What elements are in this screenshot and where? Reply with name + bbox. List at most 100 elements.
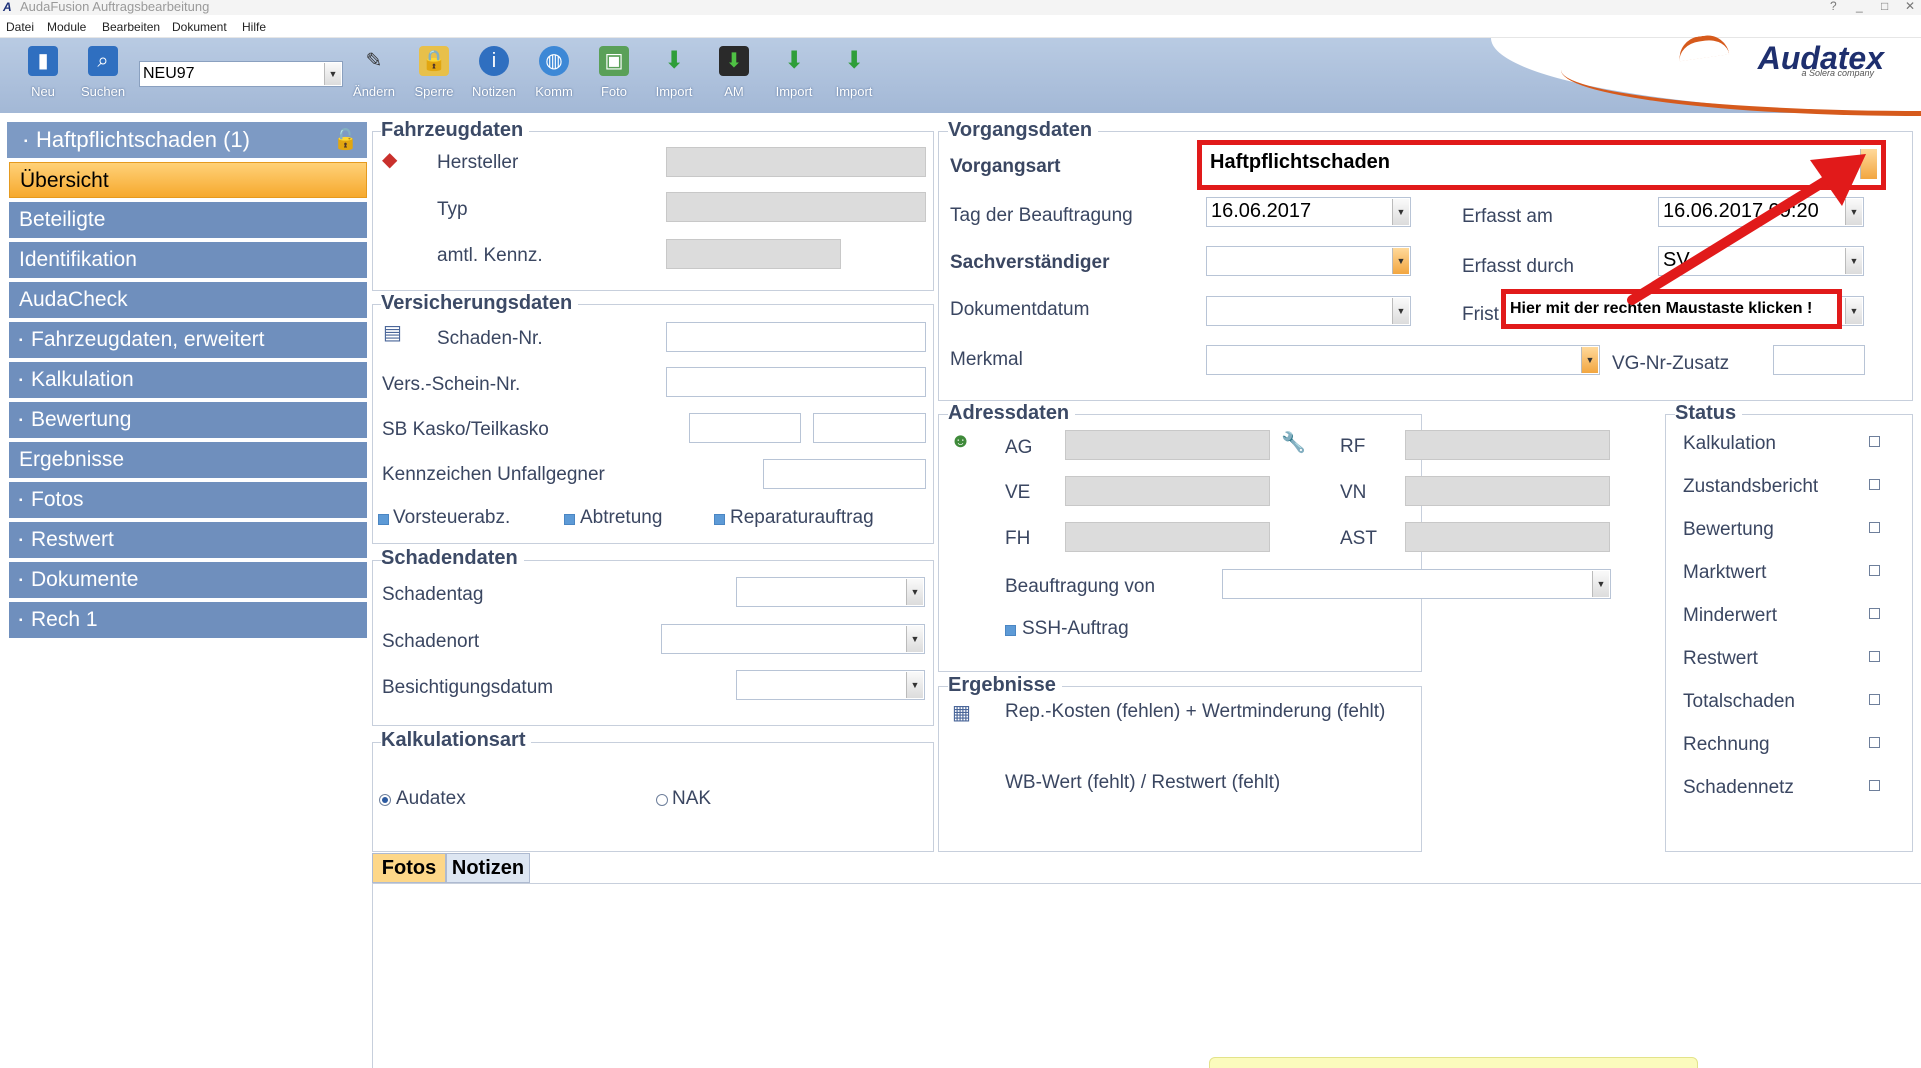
lock-open-icon[interactable]: 🔓 [333,127,358,153]
sidebar-item-rech-1[interactable]: ▪ Rech 1 [9,602,367,638]
fotos-panel[interactable] [372,883,1921,1068]
merkmal-select[interactable]: ▼ [1206,345,1600,375]
status-checkbox-marktwert[interactable] [1869,565,1880,576]
sb-teilkasko-input[interactable] [813,413,926,443]
maximize-button[interactable]: □ [1881,0,1888,13]
sidebar-item-audacheck[interactable]: AudaCheck [9,282,367,318]
fh-field[interactable] [1065,522,1270,552]
edit-button[interactable]: ✎ Ändern [346,46,402,108]
sidebar-header-haftpflichtschaden[interactable]: ▪ Haftpflichtschaden (1) [7,122,367,158]
status-checkbox-rechnung[interactable] [1869,737,1880,748]
notes-button[interactable]: i Notizen [466,46,522,108]
expand-icon[interactable]: ▪ [19,603,27,639]
vers-schein-input[interactable] [666,367,926,397]
status-checkbox-kalkulation[interactable] [1869,436,1880,447]
status-checkbox-bewertung[interactable] [1869,522,1880,533]
schadenort-select[interactable]: ▼ [661,624,925,654]
close-button[interactable]: ✕ [1905,0,1915,13]
expand-icon[interactable]: ▪ [19,403,27,439]
besichtigungsdatum-select[interactable]: ▼ [736,670,925,700]
chevron-down-icon[interactable]: ▼ [906,672,923,698]
menu-dokument[interactable]: Dokument [172,20,227,34]
kennzeichen-gegner-input[interactable] [763,459,926,489]
am-button[interactable]: ⬇ AM [706,46,762,108]
sidebar-item-label: Rech 1 [31,608,98,631]
menu-bearbeiten[interactable]: Bearbeiten [102,20,160,34]
chevron-down-icon[interactable]: ▼ [1392,248,1409,274]
wrench-icon[interactable]: 🔧 [1281,430,1306,455]
vn-field[interactable] [1405,476,1610,506]
schaden-nr-input[interactable] [666,322,926,352]
reparaturauftrag-checkbox[interactable] [714,514,725,525]
new-button[interactable]: ▮ Neu [15,46,71,108]
dokumentdatum-select[interactable]: ▼ [1206,296,1411,326]
status-checkbox-minderwert[interactable] [1869,608,1880,619]
audatex-radio[interactable] [379,794,391,806]
case-number-select[interactable]: NEU97 ▼ [139,61,343,87]
sachverstaendiger-select[interactable]: ▼ [1206,246,1411,276]
sidebar-item-fotos[interactable]: ▪ Fotos [9,482,367,518]
ve-field[interactable] [1065,476,1270,506]
abtretung-checkbox[interactable] [564,514,575,525]
status-checkbox-totalschaden[interactable] [1869,694,1880,705]
kennzeichen-field[interactable] [666,239,841,269]
expand-icon[interactable]: ▪ [19,483,27,519]
expand-icon[interactable]: ▪ [19,323,27,359]
info-icon: i [479,46,509,76]
chevron-down-icon[interactable]: ▼ [906,579,923,605]
typ-field[interactable] [666,192,926,222]
status-checkbox-zustandsbericht[interactable] [1869,479,1880,490]
sidebar-item-übersicht[interactable]: Übersicht [9,162,367,198]
ag-field[interactable] [1065,430,1270,460]
tag-beauftragung-select[interactable]: 16.06.2017 ▼ [1206,197,1411,227]
status-checkbox-restwert[interactable] [1869,651,1880,662]
beauftragung-von-select[interactable]: ▼ [1222,569,1611,599]
window-title: AudaFusion Auftragsbearbeitung [20,0,210,14]
chevron-down-icon[interactable]: ▼ [1581,347,1598,373]
chevron-down-icon[interactable]: ▼ [324,63,341,85]
nak-radio[interactable] [656,794,668,806]
communication-button[interactable]: ◍ Komm [526,46,582,108]
chevron-down-icon[interactable]: ▼ [1592,571,1609,597]
import-button-3[interactable]: ⬇ Import [826,46,882,108]
chevron-down-icon[interactable]: ▼ [1392,298,1409,324]
schadentag-select[interactable]: ▼ [736,577,925,607]
expand-icon[interactable]: ▪ [19,523,27,559]
tab-notizen[interactable]: Notizen [446,853,530,883]
menu-hilfe[interactable]: Hilfe [242,20,266,34]
expand-icon[interactable]: ▪ [19,363,27,399]
sidebar-item-ergebnisse[interactable]: Ergebnisse [9,442,367,478]
download-arrow-icon: ⬇ [663,47,685,74]
import-button-2[interactable]: ⬇ Import [766,46,822,108]
sidebar-item-fahrzeugdaten-erweitert[interactable]: ▪ Fahrzeugdaten, erweitert [9,322,367,358]
lock-button[interactable]: 🔒 Sperre [406,46,462,108]
menu-module[interactable]: Module [47,20,86,34]
sidebar-item-kalkulation[interactable]: ▪ Kalkulation [9,362,367,398]
sidebar-item-dokumente[interactable]: ▪ Dokumente [9,562,367,598]
vorsteuer-checkbox[interactable] [378,514,389,525]
expand-icon[interactable]: ▪ [19,563,27,599]
minimize-button[interactable]: _ [1856,0,1863,13]
status-checkbox-schadennetz[interactable] [1869,780,1880,791]
sidebar-item-beteiligte[interactable]: Beteiligte [9,202,367,238]
chevron-down-icon[interactable]: ▼ [1392,199,1409,225]
sidebar-item-identifikation[interactable]: Identifikation [9,242,367,278]
rf-field[interactable] [1405,430,1610,460]
menu-datei[interactable]: Datei [6,20,34,34]
chevron-down-icon[interactable]: ▼ [906,626,923,652]
hersteller-label: Hersteller [437,152,519,173]
hersteller-field[interactable] [666,147,926,177]
search-button[interactable]: ⌕ Suchen [75,46,131,108]
collapse-icon[interactable]: ▪ [24,124,32,160]
ast-field[interactable] [1405,522,1610,552]
sb-kasko-input[interactable] [689,413,801,443]
help-window-button[interactable]: ? [1830,0,1837,13]
ssh-auftrag-checkbox[interactable] [1005,625,1016,636]
sidebar-item-bewertung[interactable]: ▪ Bewertung [9,402,367,438]
vg-nr-zusatz-input[interactable] [1773,345,1865,375]
sidebar-item-restwert[interactable]: ▪ Restwert [9,522,367,558]
ergebnisse-title: Ergebnisse [948,674,1062,697]
photo-button[interactable]: ▣ Foto [586,46,642,108]
import-button-1[interactable]: ⬇ Import [646,46,702,108]
tab-fotos[interactable]: Fotos [372,853,446,883]
